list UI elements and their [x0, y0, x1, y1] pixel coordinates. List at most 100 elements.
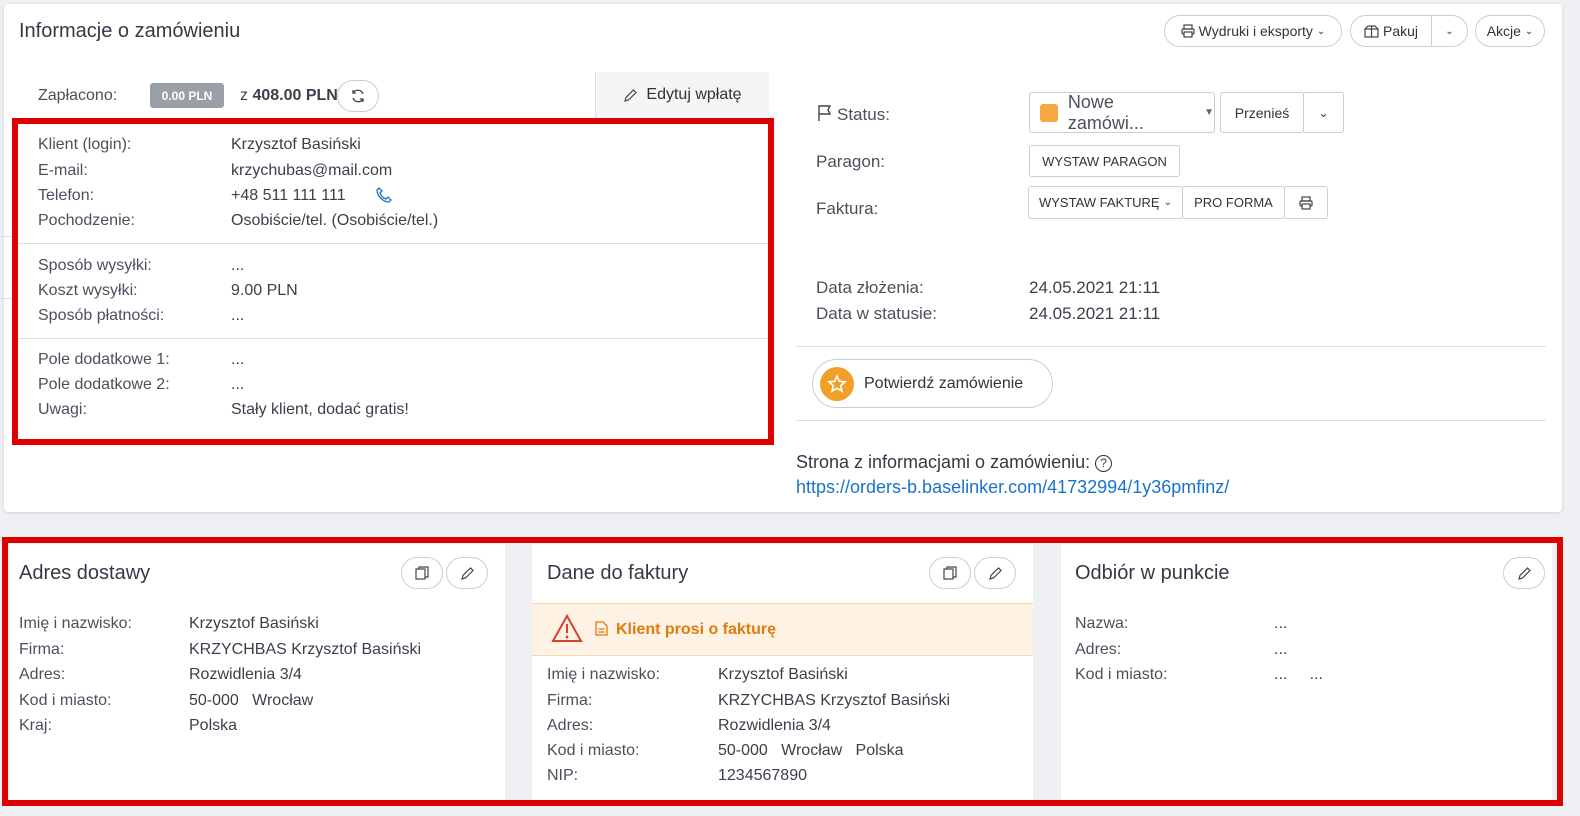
pickup-name-label: Nazwa:: [1075, 615, 1129, 632]
notes-label: Uwagi:: [38, 401, 87, 418]
edit-delivery-button[interactable]: [446, 557, 488, 589]
copy-invoice-button[interactable]: [929, 557, 971, 589]
printer-icon: [1299, 195, 1313, 210]
actions-button[interactable]: Akcje ⌄: [1475, 15, 1545, 47]
origin-label: Pochodzenie:: [38, 212, 135, 229]
delivery-company-label: Firma:: [19, 641, 65, 658]
pencil-icon: [988, 566, 1002, 580]
chevron-down-icon: ⌄: [1163, 197, 1172, 208]
copy-icon: [943, 566, 957, 580]
issue-invoice-button[interactable]: WYSTAW FAKTURĘ ⌄: [1028, 186, 1183, 219]
pencil-icon: [624, 88, 638, 102]
info-page-link[interactable]: https://orders-b.baselinker.com/41732994…: [796, 477, 1229, 498]
exports-button[interactable]: Wydruki i eksporty ⌄: [1164, 15, 1342, 47]
print-invoice-button[interactable]: [1284, 186, 1328, 219]
actions-label: Akcje: [1486, 23, 1521, 39]
delivery-name-value: Krzysztof Basiński: [189, 615, 319, 632]
status-select[interactable]: Nowe zamówi... ▼: [1029, 92, 1215, 133]
pickup-title: Odbiór w punkcie: [1075, 562, 1230, 584]
invoice-nip-value: 1234567890: [718, 767, 807, 784]
invoice-company-value: KRZYCHBAS Krzysztof Basiński: [718, 692, 951, 709]
delivery-address-value: Rozwidlenia 3/4: [189, 666, 302, 683]
chevron-down-icon: ⌄: [1318, 105, 1329, 120]
pickup-city-label: Kod i miasto:: [1075, 666, 1168, 683]
invoice-address-value: Rozwidlenia 3/4: [718, 717, 831, 734]
divider: [0, 236, 12, 237]
pickup-name-value: ...: [1274, 615, 1288, 632]
phone-icon[interactable]: [375, 186, 393, 204]
of-prefix: z: [240, 87, 248, 104]
invoice-nip-label: NIP:: [547, 767, 579, 784]
client-login-label: Klient (login):: [38, 136, 132, 153]
invoice-request-text: Klient prosi o fakturę: [616, 621, 777, 638]
edit-payment-label: Edytuj wpłatę: [646, 86, 742, 103]
move-button[interactable]: Przenieś: [1220, 92, 1304, 133]
chevron-down-icon: ⌄: [1524, 25, 1534, 37]
pickup-address-value: ...: [1274, 641, 1288, 658]
page-title: Informacje o zamówieniu: [19, 20, 241, 42]
divider: [18, 338, 768, 339]
paid-amount-badge: 0.00 PLN: [150, 83, 224, 108]
extra-field-1-label: Pole dodatkowe 1:: [38, 351, 170, 368]
copy-delivery-button[interactable]: [401, 557, 443, 589]
notes-value: Stały klient, dodać gratis!: [231, 401, 409, 418]
payment-method-value: ...: [231, 307, 245, 324]
pickup-address-label: Adres:: [1075, 641, 1122, 658]
extra-field-2-label: Pole dodatkowe 2:: [38, 376, 170, 393]
caret-down-icon: ▼: [1204, 107, 1214, 118]
printer-icon: [1181, 24, 1195, 38]
phone-value: +48 511 111 111: [231, 187, 346, 204]
proforma-button[interactable]: PRO FORMA: [1182, 186, 1285, 219]
delivery-country-value: Polska: [189, 717, 238, 734]
edit-invoice-button[interactable]: [974, 557, 1016, 589]
status-value: Nowe zamówi...: [1067, 91, 1144, 133]
status-label: Status:: [837, 105, 890, 124]
divider: [796, 420, 1546, 421]
shipping-cost-label: Koszt wysyłki:: [38, 282, 138, 299]
invoice-title: Dane do faktury: [547, 562, 689, 584]
chevron-down-icon: ⌄: [1445, 25, 1454, 37]
info-page-label-text: Strona z informacjami o zamówieniu:: [796, 452, 1091, 472]
refresh-payment-button[interactable]: [337, 80, 379, 112]
date-status-value: 24.05.2021 21:11: [1029, 304, 1161, 323]
shipping-cost-value: 9.00 PLN: [231, 282, 298, 299]
divider: [796, 346, 1546, 347]
shipping-method-value: ...: [231, 257, 245, 274]
email-label: E-mail:: [38, 162, 88, 179]
issue-receipt-button[interactable]: WYSTAW PARAGON: [1029, 145, 1180, 177]
help-icon[interactable]: ?: [1095, 455, 1113, 472]
status-color-swatch: [1040, 103, 1058, 122]
date-status-label: Data w statusie:: [816, 304, 937, 323]
payment-method-label: Sposób płatności:: [38, 307, 165, 324]
extra-field-1-value: ...: [231, 351, 245, 368]
delivery-title: Adres dostawy: [19, 562, 151, 584]
box-icon: [1364, 24, 1379, 38]
pack-dropdown-button[interactable]: ⌄: [1431, 15, 1468, 47]
warning-icon: [551, 614, 583, 642]
invoice-name-value: Krzysztof Basiński: [718, 666, 848, 683]
total-amount: z 408.00 PLN: [240, 87, 338, 105]
client-login-value: Krzysztof Basiński: [231, 136, 361, 153]
delivery-company-value: KRZYCHBAS Krzysztof Basiński: [189, 641, 422, 658]
shipping-method-label: Sposób wysyłki:: [38, 257, 152, 274]
pack-button[interactable]: Pakuj: [1350, 15, 1432, 47]
info-page-label: Strona z informacjami o zamówieniu: ?: [796, 452, 1113, 473]
delivery-country-label: Kraj:: [19, 717, 52, 734]
receipt-label: Paragon:: [816, 152, 885, 171]
pencil-icon: [460, 566, 474, 580]
confirm-order-button[interactable]: Potwierdź zamówienie: [812, 359, 1053, 408]
exports-label: Wydruki i eksporty: [1198, 23, 1313, 39]
invoice-address-label: Adres:: [547, 717, 594, 734]
pickup-city-value: ... ...: [1274, 666, 1323, 683]
move-dropdown-button[interactable]: ⌄: [1303, 92, 1344, 133]
flag-icon: [818, 105, 832, 121]
edit-payment-button[interactable]: Edytuj wpłatę: [595, 72, 769, 118]
edit-pickup-button[interactable]: [1503, 557, 1545, 589]
invoice-city-value: 50-000 Wrocław Polska: [718, 742, 904, 759]
email-value[interactable]: krzychubas@mail.com: [231, 162, 392, 180]
confirm-order-label: Potwierdź zamówienie: [864, 374, 1024, 392]
origin-value: Osobiście/tel. (Osobiście/tel.): [231, 212, 439, 229]
copy-icon: [415, 566, 429, 580]
invoice-name-label: Imię i nazwisko:: [547, 666, 660, 683]
date-created-label: Data złożenia:: [816, 278, 924, 297]
